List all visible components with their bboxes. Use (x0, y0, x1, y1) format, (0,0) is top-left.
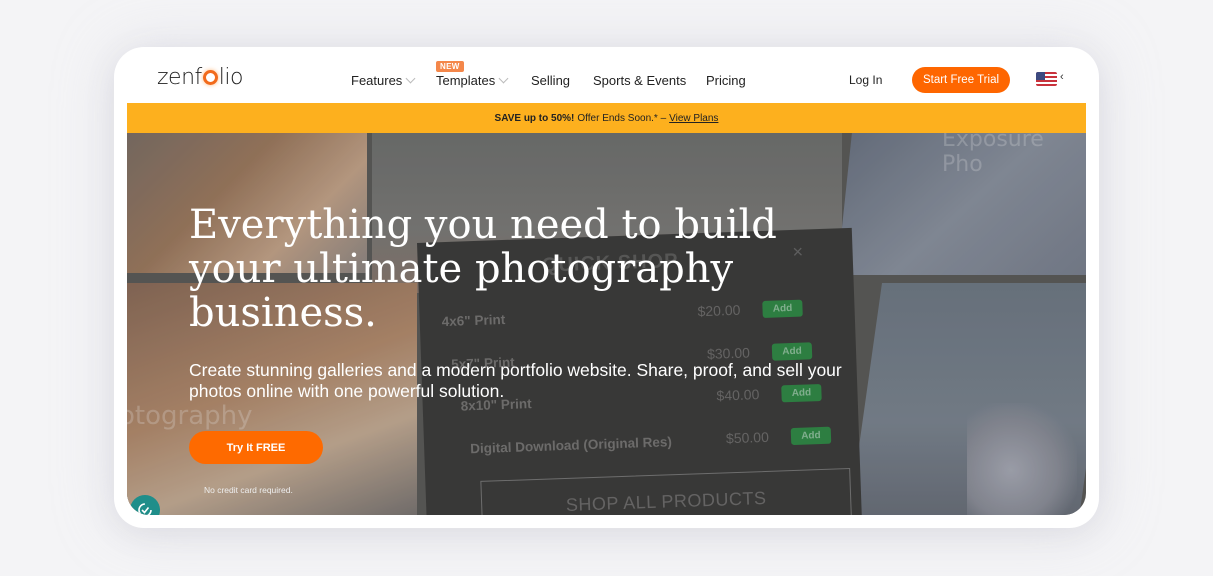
no-credit-card-note: No credit card required. (204, 485, 293, 495)
browser-viewport: zenf lio Features NEW Templates Selling S… (127, 55, 1086, 515)
view-plans-link[interactable]: View Plans (669, 113, 718, 124)
promo-banner: SAVE up to 50%! Offer Ends Soon.* – View… (127, 103, 1086, 133)
logo-text-left: zenf (157, 65, 202, 90)
nav-selling[interactable]: Selling (531, 73, 570, 88)
device-frame: zenf lio Features NEW Templates Selling S… (114, 47, 1099, 528)
hero-section: Exposure Pho otography QUICK SHOP × 4x6"… (127, 133, 1086, 515)
nav-features[interactable]: Features (351, 73, 416, 88)
language-chevron-icon[interactable]: ‹ (1060, 71, 1064, 83)
site-header: zenf lio Features NEW Templates Selling S… (127, 55, 1086, 103)
us-flag-icon[interactable] (1036, 72, 1057, 86)
logo-text-right: lio (218, 65, 244, 90)
accessibility-glyph-icon (138, 503, 152, 515)
nav-templates[interactable]: Templates (436, 73, 509, 88)
zenfolio-logo[interactable]: zenf lio (157, 65, 243, 90)
nav-pricing[interactable]: Pricing (706, 73, 746, 88)
start-free-trial-button[interactable]: Start Free Trial (912, 67, 1010, 93)
nav-features-label: Features (351, 73, 403, 88)
new-badge: NEW (436, 61, 464, 72)
nav-templates-label: Templates (436, 73, 496, 88)
chevron-down-icon (405, 73, 416, 84)
hero-subhead: Create stunning galleries and a modern p… (189, 360, 842, 401)
promo-bold: SAVE up to 50%! (494, 112, 575, 124)
logo-o-icon (202, 70, 218, 85)
nav-sports-events[interactable]: Sports & Events (593, 73, 686, 88)
hero-headline: Everything you need to build your ultima… (189, 202, 777, 336)
login-link[interactable]: Log In (849, 73, 882, 87)
chevron-down-icon (498, 73, 509, 84)
try-it-free-button[interactable]: Try It FREE (189, 431, 323, 464)
promo-text: Offer Ends Soon.* – (577, 112, 667, 124)
